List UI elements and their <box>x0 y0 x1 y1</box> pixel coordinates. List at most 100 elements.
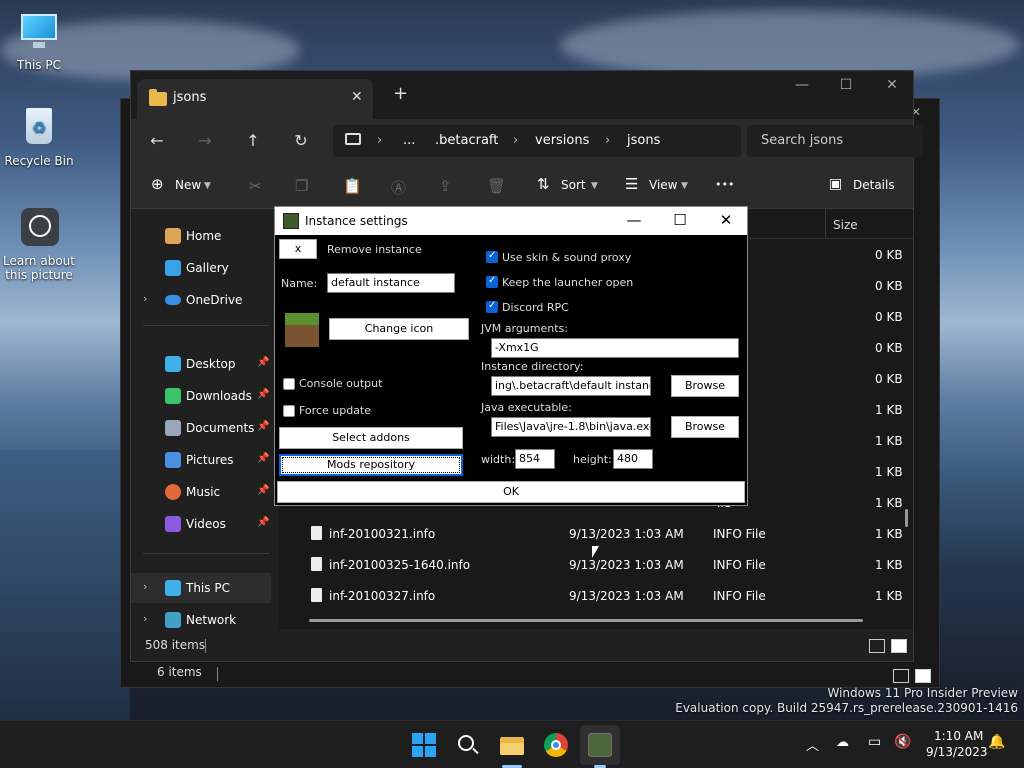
start-windows-icon[interactable] <box>412 733 436 757</box>
vertical-scrollbar[interactable] <box>905 509 908 527</box>
nav-item-documents[interactable]: Documents 📌 <box>131 413 271 443</box>
instance-directory-label: Instance directory: <box>481 360 584 373</box>
discord-rpc-checkbox[interactable] <box>486 300 498 313</box>
chevron-right-icon[interactable]: › <box>143 580 147 593</box>
chrome-icon[interactable] <box>544 733 568 757</box>
close-icon[interactable]: ✕ <box>869 77 915 93</box>
select-addons-button[interactable]: Select addons <box>279 427 463 449</box>
nav-item-pictures[interactable]: Pictures 📌 <box>131 445 271 475</box>
column-header-size[interactable]: Size <box>833 218 858 232</box>
nav-item-desktop[interactable]: Desktop 📌 <box>131 349 271 379</box>
use-skin-proxy-label: Use skin & sound proxy <box>502 251 632 264</box>
file-size: 1 KB <box>875 558 903 572</box>
betacraft-app-icon <box>283 213 299 229</box>
minimize-icon[interactable]: — <box>779 77 825 93</box>
chevron-right-icon[interactable]: › <box>143 612 147 625</box>
search-input[interactable]: Search jsons <box>747 125 923 157</box>
close-tab-icon[interactable]: ✕ <box>351 89 363 105</box>
back-status-item-count: 6 items <box>157 665 202 679</box>
clock-time[interactable]: 1:10 AM <box>934 729 983 743</box>
breadcrumb-betacraft[interactable]: .betacraft <box>435 133 498 148</box>
up-arrow-icon[interactable]: ↑ <box>241 131 265 150</box>
change-icon-button[interactable]: Change icon <box>329 318 469 340</box>
browse-java-button[interactable]: Browse <box>671 416 739 438</box>
name-input[interactable]: default instance <box>327 273 455 293</box>
width-input[interactable]: 854 <box>515 449 555 469</box>
new-tab-button[interactable]: + <box>393 83 408 104</box>
refresh-icon[interactable]: ↻ <box>289 131 313 150</box>
sort-button[interactable]: Sort <box>561 178 586 192</box>
chevron-right-icon[interactable]: › <box>143 292 147 305</box>
gallery-icon <box>165 260 181 276</box>
remove-instance-button[interactable]: x <box>279 239 317 259</box>
notification-bell-icon[interactable]: 🔔 <box>988 734 1005 750</box>
file-type: INFO File <box>713 558 766 572</box>
file-date: 9/13/2023 1:03 AM <box>569 527 684 541</box>
ok-button[interactable]: OK <box>277 481 745 503</box>
breadcrumb-jsons[interactable]: jsons <box>627 133 660 148</box>
desktop-icon-learn-about-picture[interactable]: Learn about this picture <box>3 206 75 282</box>
mouse-cursor-icon <box>592 546 599 558</box>
use-skin-proxy-checkbox[interactable] <box>486 250 498 263</box>
more-options-button[interactable]: ••• <box>715 178 734 191</box>
browse-directory-button[interactable]: Browse <box>671 375 739 397</box>
file-explorer-icon[interactable] <box>500 733 524 757</box>
navigation-pane: Home Gallery › OneDrive Desktop 📌 Downlo… <box>131 209 279 631</box>
address-bar[interactable]: › ... .betacraft › versions › jsons <box>333 125 741 157</box>
cut-icon[interactable]: ✂ <box>249 177 262 195</box>
network-icon[interactable]: ▭ <box>868 734 881 750</box>
instance-directory-input[interactable]: ing\.betacraft\default instance/ <box>491 376 651 396</box>
nav-item-home[interactable]: Home <box>131 221 271 251</box>
close-icon[interactable]: ✕ <box>703 211 749 229</box>
copy-icon[interactable]: ❐ <box>295 177 308 195</box>
horizontal-scrollbar[interactable] <box>309 619 863 622</box>
height-input[interactable]: 480 <box>613 449 653 469</box>
nav-item-onedrive[interactable]: › OneDrive <box>131 285 271 315</box>
title-bar[interactable]: jsons ✕ + — ☐ ✕ <box>131 71 913 119</box>
chevron-up-icon[interactable]: ︿ <box>806 735 819 754</box>
tiles-view-icon[interactable] <box>915 669 931 683</box>
details-view-icon[interactable] <box>893 669 909 683</box>
rename-icon[interactable]: Ⓐ <box>391 177 406 198</box>
search-icon[interactable] <box>456 733 480 757</box>
instance-settings-dialog[interactable]: Instance settings — ☐ ✕ x Remove instanc… <box>274 206 748 506</box>
desktop-icon-this-pc[interactable]: This PC <box>3 10 75 72</box>
new-button[interactable]: New <box>175 178 201 192</box>
table-row[interactable]: inf-20100327.info 9/13/2023 1:03 AM INFO… <box>279 580 913 611</box>
minimize-icon[interactable]: — <box>611 211 657 229</box>
dialog-title: Instance settings <box>305 214 408 228</box>
view-button[interactable]: View <box>649 178 677 192</box>
camera-icon <box>17 206 61 250</box>
nav-item-downloads[interactable]: Downloads 📌 <box>131 381 271 411</box>
dialog-title-bar[interactable]: Instance settings — ☐ ✕ <box>275 207 747 235</box>
tiles-view-icon[interactable] <box>891 639 907 653</box>
details-view-icon[interactable] <box>869 639 885 653</box>
paste-icon[interactable]: 📋 <box>343 177 362 195</box>
keep-launcher-open-checkbox[interactable] <box>486 275 498 288</box>
details-button[interactable]: Details <box>853 178 895 192</box>
jvm-arguments-input[interactable]: -Xmx1G <box>491 338 739 358</box>
share-icon[interactable]: ⇪ <box>439 177 452 195</box>
onedrive-cloud-icon[interactable]: ☁ <box>836 735 849 750</box>
forward-arrow-icon[interactable]: → <box>193 131 217 150</box>
volume-muted-icon[interactable]: 🔇 <box>894 734 911 750</box>
desktop-icon-recycle-bin[interactable]: ♻ Recycle Bin <box>3 106 75 168</box>
clock-date[interactable]: 9/13/2023 <box>926 745 988 759</box>
force-update-checkbox[interactable] <box>283 405 295 417</box>
back-arrow-icon[interactable]: ← <box>145 131 169 150</box>
nav-item-music[interactable]: Music 📌 <box>131 477 271 507</box>
delete-icon[interactable]: 🗑 <box>487 177 506 195</box>
nav-item-this-pc[interactable]: › This PC <box>131 573 271 603</box>
nav-item-gallery[interactable]: Gallery <box>131 253 271 283</box>
table-row[interactable]: inf-20100321.info 9/13/2023 1:03 AM INFO… <box>279 518 913 549</box>
mods-repository-button[interactable]: Mods repository <box>279 454 463 476</box>
java-executable-input[interactable]: Files\Java\jre-1.8\bin\java.exe <box>491 417 651 437</box>
file-size: 0 KB <box>875 279 903 293</box>
nav-item-videos[interactable]: Videos 📌 <box>131 509 271 539</box>
maximize-icon[interactable]: ☐ <box>823 77 869 93</box>
breadcrumb-more[interactable]: ... <box>403 133 415 148</box>
maximize-icon[interactable]: ☐ <box>657 211 703 229</box>
tab-jsons[interactable]: jsons ✕ <box>137 79 373 119</box>
breadcrumb-versions[interactable]: versions <box>535 133 589 148</box>
console-output-checkbox[interactable] <box>283 378 295 390</box>
